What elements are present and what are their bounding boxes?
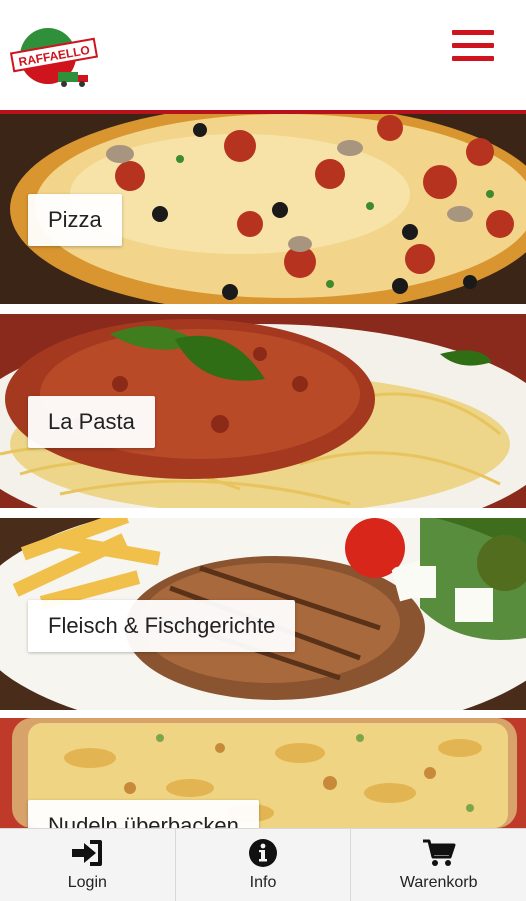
raffaello-logo[interactable]: RAFFAELLO bbox=[10, 24, 100, 92]
category-label: Fleisch & Fischgerichte bbox=[28, 600, 296, 652]
hamburger-menu-icon[interactable] bbox=[452, 30, 494, 66]
info-button[interactable]: Info bbox=[176, 829, 352, 901]
category-label: Nudeln überbacken bbox=[28, 800, 259, 828]
cart-button[interactable]: Warenkorb bbox=[351, 829, 526, 901]
category-label: La Pasta bbox=[28, 396, 155, 448]
login-button[interactable]: Login bbox=[0, 829, 176, 901]
bottom-navigation: Login Info Warenkorb bbox=[0, 828, 526, 901]
cart-label: Warenkorb bbox=[399, 874, 478, 891]
shopping-cart-icon bbox=[422, 839, 456, 866]
info-icon bbox=[249, 839, 277, 867]
app-header: RAFFAELLO bbox=[0, 0, 526, 110]
category-tile-pasta[interactable]: La Pasta bbox=[0, 314, 526, 508]
info-label: Info bbox=[249, 874, 277, 891]
category-label: Pizza bbox=[28, 194, 122, 246]
login-label: Login bbox=[67, 874, 107, 891]
category-tile-nudeln-ueberbacken[interactable]: Nudeln überbacken bbox=[0, 718, 526, 828]
category-tile-pizza[interactable]: Pizza bbox=[0, 114, 526, 304]
category-tile-fleisch-fisch[interactable]: Fleisch & Fischgerichte bbox=[0, 518, 526, 710]
login-icon bbox=[72, 840, 103, 866]
